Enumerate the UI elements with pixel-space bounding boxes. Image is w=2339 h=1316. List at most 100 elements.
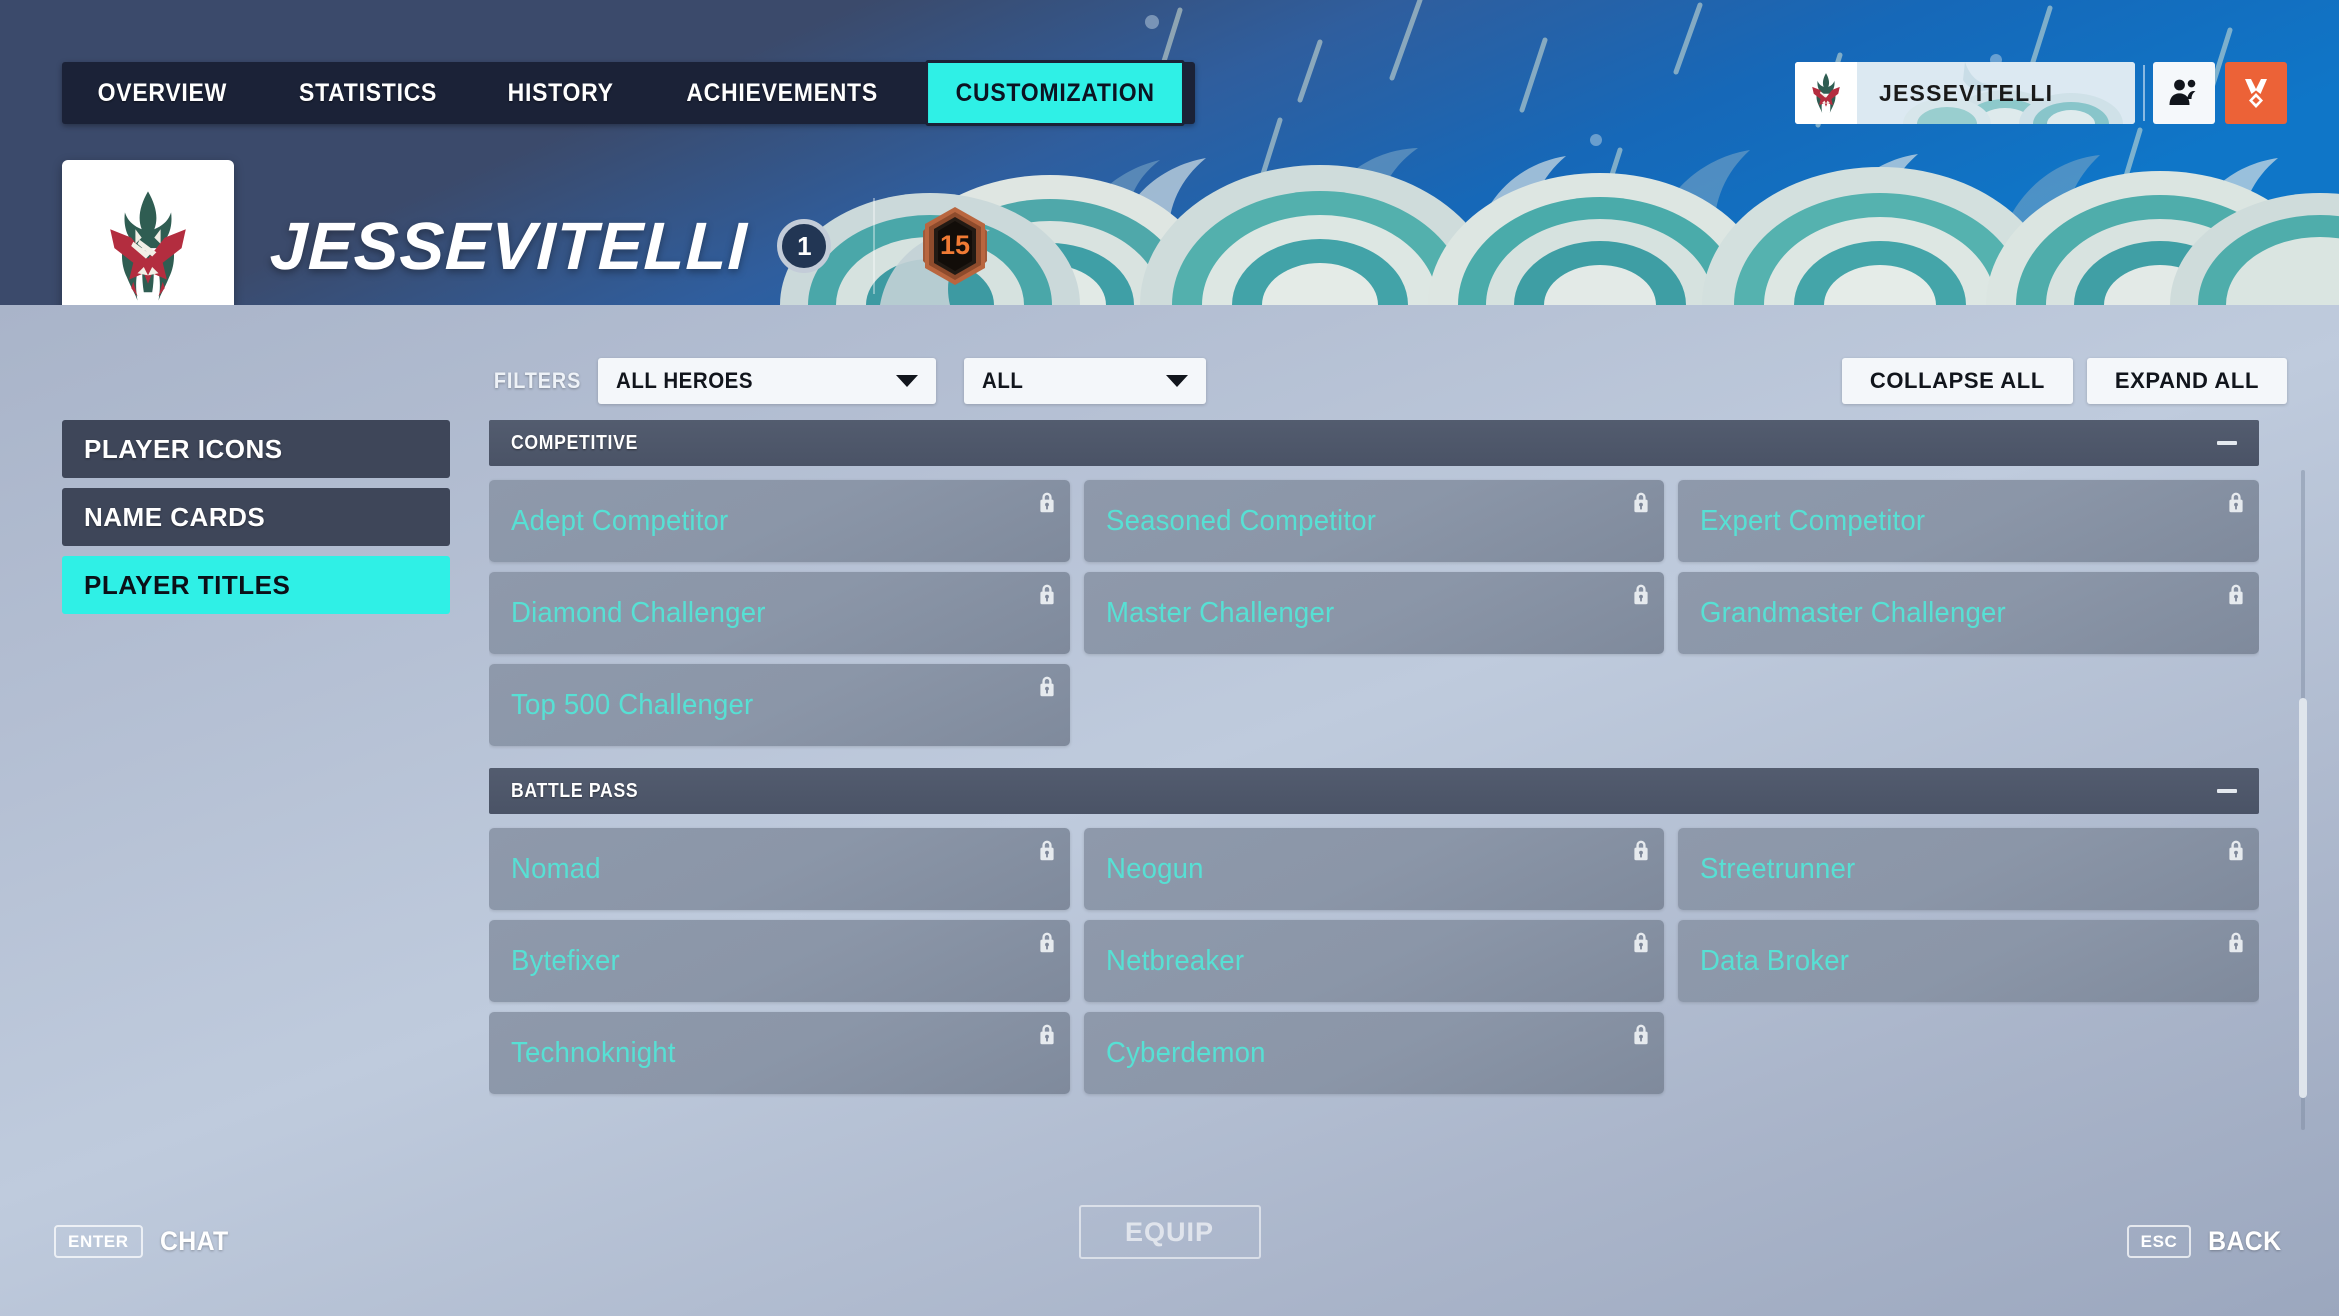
player-namecard[interactable]: JESSEVITELLI xyxy=(1795,62,2135,124)
lock-icon xyxy=(2227,491,2245,513)
section-header-battle-pass[interactable]: BATTLE PASS xyxy=(489,768,2259,814)
title-card-label: Expert Competitor xyxy=(1700,504,1926,537)
title-card[interactable]: Netbreaker xyxy=(1083,920,1665,1002)
lock-icon xyxy=(2227,839,2245,861)
achievements-button[interactable] xyxy=(2225,62,2287,124)
filters-label: FILTERS xyxy=(493,368,582,393)
title-card-label: Neogun xyxy=(1105,852,1204,885)
expand-all-button[interactable]: EXPAND ALL xyxy=(2086,358,2287,404)
bottom-action-bar: ENTER CHAT EQUIP ESC BACK xyxy=(0,1166,2339,1316)
sidebar-item-player-titles[interactable]: PLAYER TITLES xyxy=(62,556,450,614)
lock-icon xyxy=(1038,491,1056,513)
hero-filter-dropdown[interactable]: ALL HEROES xyxy=(598,358,937,404)
endorsement-badge: 15 xyxy=(917,205,993,287)
lock-icon xyxy=(1038,1023,1056,1045)
lock-icon xyxy=(1038,839,1056,861)
lock-icon xyxy=(2227,931,2245,953)
title-card[interactable]: Grandmaster Challenger xyxy=(1678,572,2259,654)
title-card[interactable]: Diamond Challenger xyxy=(489,572,1070,654)
title-card-label: Top 500 Challenger xyxy=(511,688,754,721)
section-grid-battle-pass: Nomad Neogun Streetrunner Bytefixer Netb… xyxy=(489,828,2259,1094)
tab-overview[interactable]: OVERVIEW xyxy=(70,62,255,124)
lock-icon xyxy=(1632,491,1650,513)
minus-icon[interactable] xyxy=(2217,789,2237,793)
title-card[interactable]: Technoknight xyxy=(489,1012,1070,1094)
namecard-avatar xyxy=(1795,62,1857,124)
svg-text:15: 15 xyxy=(940,230,970,260)
section-header-competitive[interactable]: COMPETITIVE xyxy=(489,420,2259,466)
title-card[interactable]: Cyberdemon xyxy=(1083,1012,1665,1094)
title-card-label: Technoknight xyxy=(511,1036,676,1069)
lock-icon xyxy=(2227,583,2245,605)
friends-icon xyxy=(2169,79,2196,105)
lock-icon xyxy=(1632,583,1650,605)
title-card-label: Diamond Challenger xyxy=(511,596,766,629)
medal-icon xyxy=(2245,79,2267,108)
section-title: COMPETITIVE xyxy=(511,431,639,454)
title-card[interactable]: Adept Competitor xyxy=(489,480,1070,562)
player-avatar[interactable] xyxy=(62,160,234,305)
tab-customization[interactable]: CUSTOMIZATION xyxy=(925,60,1186,126)
creature-mask-icon xyxy=(110,191,186,301)
topright-divider xyxy=(2143,65,2145,121)
tab-achievements[interactable]: ACHIEVEMENTS xyxy=(659,62,906,124)
lock-icon xyxy=(1632,1023,1650,1045)
esc-keycap: ESC xyxy=(2126,1225,2192,1258)
lock-icon xyxy=(1038,583,1056,605)
equip-button[interactable]: EQUIP xyxy=(1078,1205,1261,1259)
lock-icon xyxy=(1038,675,1056,697)
title-card[interactable]: Master Challenger xyxy=(1083,572,1665,654)
title-card-label: Cyberdemon xyxy=(1105,1036,1266,1069)
top-right-controls: JESSEVITELLI xyxy=(1795,62,2287,124)
friends-button[interactable] xyxy=(2153,62,2215,124)
header-banner: OVERVIEW STATISTICS HISTORY ACHIEVEMENTS… xyxy=(0,0,2339,305)
content-scrollbar[interactable] xyxy=(2299,470,2307,1130)
title-card[interactable]: Bytefixer xyxy=(489,920,1070,1002)
minus-icon[interactable] xyxy=(2217,441,2237,445)
section-title: BATTLE PASS xyxy=(511,779,639,802)
back-hint[interactable]: ESC BACK xyxy=(2126,1225,2285,1258)
page-title: JESSEVITELLI xyxy=(268,208,749,284)
chat-hint[interactable]: ENTER CHAT xyxy=(54,1225,231,1258)
title-card[interactable]: Top 500 Challenger xyxy=(489,664,1070,746)
sidebar-item-player-icons[interactable]: PLAYER ICONS xyxy=(62,420,450,478)
title-card-label: Bytefixer xyxy=(511,944,620,977)
collapse-all-button[interactable]: COLLAPSE ALL xyxy=(1841,358,2073,404)
sidebar-item-name-cards[interactable]: NAME CARDS xyxy=(62,488,450,546)
title-card[interactable]: Seasoned Competitor xyxy=(1083,480,1665,562)
player-level-badge: 1 xyxy=(777,219,832,273)
title-card[interactable]: Nomad xyxy=(489,828,1070,910)
filters-row: FILTERS ALL HEROES ALL xyxy=(489,358,1207,404)
hero-filter-value: ALL HEROES xyxy=(616,368,754,393)
title-card[interactable]: Expert Competitor xyxy=(1678,480,2259,562)
enter-keycap: ENTER xyxy=(54,1225,143,1258)
section-grid-competitive: Adept Competitor Seasoned Competitor Exp… xyxy=(489,480,2259,746)
chevron-down-icon xyxy=(1166,375,1189,387)
chevron-down-icon xyxy=(896,375,919,387)
player-profile-row: JESSEVITELLI 1 15 xyxy=(62,160,993,305)
title-card[interactable]: Neogun xyxy=(1083,828,1665,910)
main-nav-tabs: OVERVIEW STATISTICS HISTORY ACHIEVEMENTS… xyxy=(62,60,1195,126)
title-card-label: Netbreaker xyxy=(1105,944,1244,977)
title-card-label: Streetrunner xyxy=(1700,852,1856,885)
tab-statistics[interactable]: STATISTICS xyxy=(271,62,464,124)
title-card-label: Adept Competitor xyxy=(511,504,729,537)
type-filter-dropdown[interactable]: ALL xyxy=(964,358,1207,404)
list-controls: COLLAPSE ALL EXPAND ALL xyxy=(1841,358,2287,404)
customization-sidebar: PLAYER ICONS NAME CARDS PLAYER TITLES xyxy=(62,420,450,624)
title-card[interactable]: Data Broker xyxy=(1678,920,2259,1002)
title-card-label: Seasoned Competitor xyxy=(1105,504,1376,537)
chat-label: CHAT xyxy=(159,1226,229,1256)
title-card-label: Data Broker xyxy=(1700,944,1850,977)
profile-customization-screen: OVERVIEW STATISTICS HISTORY ACHIEVEMENTS… xyxy=(0,0,2339,1316)
type-filter-value: ALL xyxy=(982,368,1024,393)
tab-history[interactable]: HISTORY xyxy=(480,62,641,124)
lock-icon xyxy=(1632,839,1650,861)
title-card-label: Nomad xyxy=(511,852,601,885)
title-card[interactable]: Streetrunner xyxy=(1678,828,2259,910)
back-label: BACK xyxy=(2208,1226,2282,1256)
scrollbar-thumb[interactable] xyxy=(2299,698,2307,1098)
titles-list: COMPETITIVE Adept Competitor Seasoned Co… xyxy=(489,420,2259,1135)
profile-divider xyxy=(873,198,876,294)
lock-icon xyxy=(1038,931,1056,953)
